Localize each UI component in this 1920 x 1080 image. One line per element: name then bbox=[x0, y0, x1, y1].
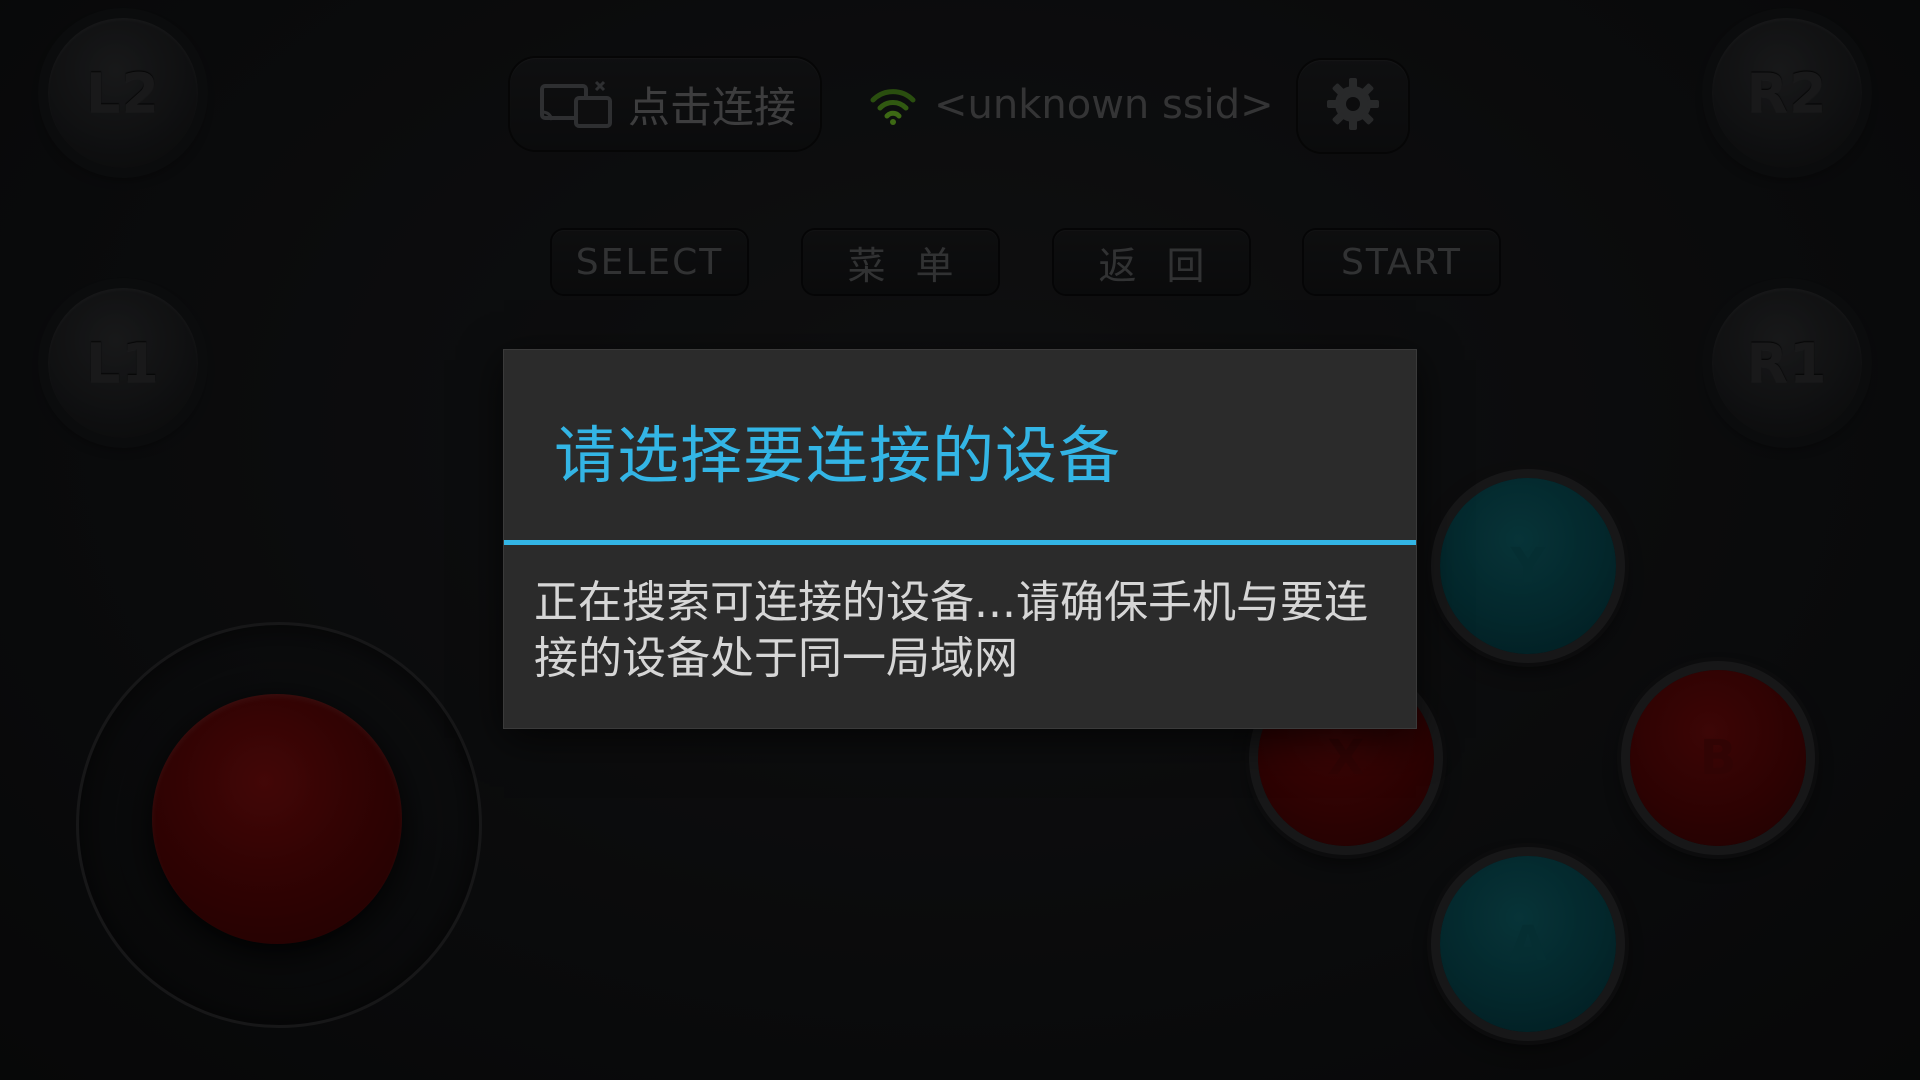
y-label: Y bbox=[1510, 538, 1546, 594]
l1-button[interactable]: L1 bbox=[48, 288, 198, 438]
dialog-divider bbox=[504, 540, 1416, 545]
start-label: START bbox=[1340, 241, 1463, 283]
start-button[interactable]: START bbox=[1304, 230, 1499, 294]
ssid-label: <unknown ssid> bbox=[934, 82, 1274, 128]
back-button[interactable]: 返回 bbox=[1054, 230, 1249, 294]
r1-button[interactable]: R1 bbox=[1712, 288, 1862, 438]
menu-label: 菜单 bbox=[847, 243, 984, 288]
back-label: 返回 bbox=[1098, 243, 1235, 288]
cast-icon bbox=[540, 80, 614, 128]
connect-label: 点击连接 bbox=[628, 82, 797, 132]
l1-label: L1 bbox=[86, 331, 160, 395]
dialog-title: 请选择要连接的设备 bbox=[554, 419, 1122, 492]
select-button[interactable]: SELECT bbox=[552, 230, 747, 294]
settings-button[interactable] bbox=[1298, 60, 1408, 152]
menu-button[interactable]: 菜单 bbox=[803, 230, 998, 294]
device-selection-dialog: 请选择要连接的设备 正在搜索可连接的设备...请确保手机与要连接的设备处于同一局… bbox=[504, 350, 1416, 728]
gear-icon bbox=[1323, 74, 1383, 138]
y-button[interactable]: Y bbox=[1440, 478, 1616, 654]
gamepad-screen: L2 R2 L1 R1 点击连接 <unknown ssid> SELECT 菜… bbox=[0, 0, 1920, 1080]
wifi-icon bbox=[870, 86, 916, 126]
l2-button[interactable]: L2 bbox=[48, 18, 198, 168]
select-label: SELECT bbox=[575, 241, 724, 283]
a-label: A bbox=[1509, 916, 1547, 972]
x-label: X bbox=[1327, 730, 1365, 786]
r1-label: R1 bbox=[1746, 331, 1828, 395]
l2-label: L2 bbox=[86, 61, 160, 125]
r2-button[interactable]: R2 bbox=[1712, 18, 1862, 168]
a-button[interactable]: A bbox=[1440, 856, 1616, 1032]
joystick-knob[interactable] bbox=[152, 694, 402, 944]
connect-button[interactable]: 点击连接 bbox=[510, 58, 820, 150]
b-button[interactable]: B bbox=[1630, 670, 1806, 846]
r2-label: R2 bbox=[1746, 61, 1828, 125]
dialog-message: 正在搜索可连接的设备...请确保手机与要连接的设备处于同一局域网 bbox=[534, 577, 1368, 684]
b-label: B bbox=[1699, 730, 1737, 786]
